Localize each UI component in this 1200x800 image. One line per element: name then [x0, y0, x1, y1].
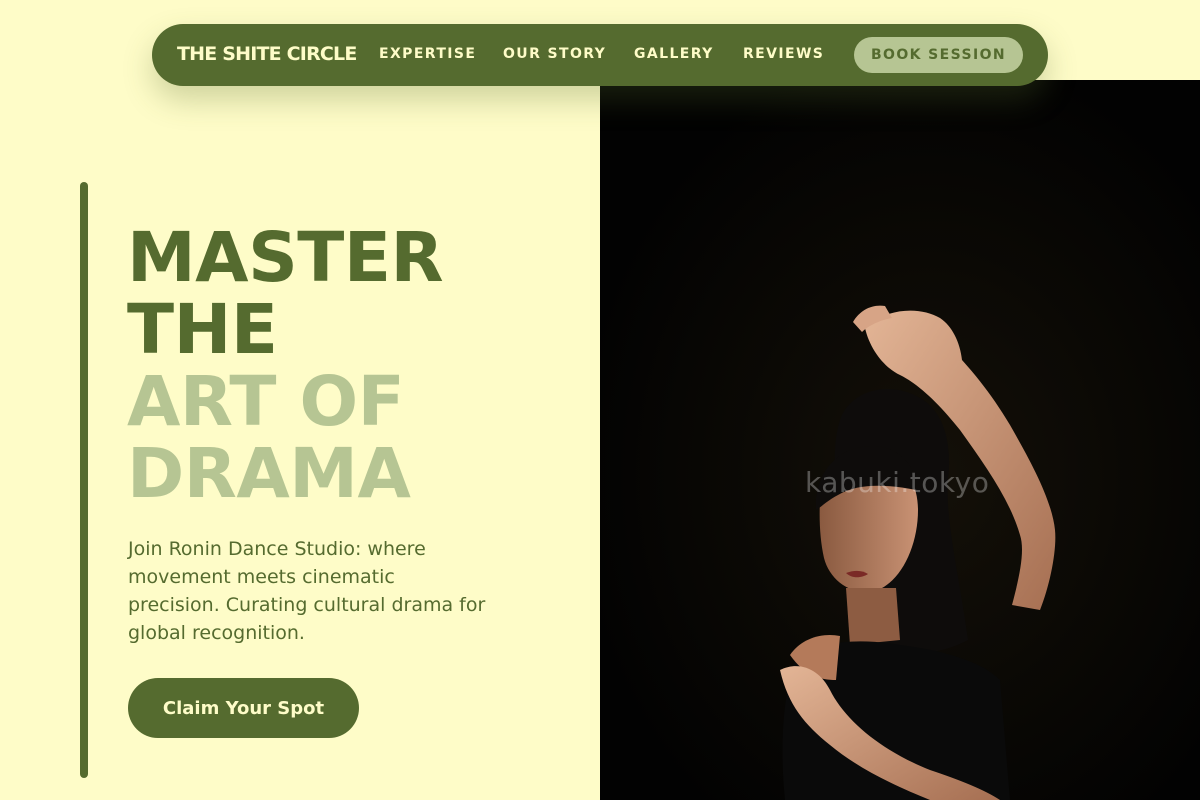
brand-logo[interactable]: THE SHITE CIRCLE — [177, 43, 357, 65]
page: THE SHITE CIRCLE EXPERTISE OUR STORY GAL… — [0, 0, 1200, 800]
headline-line-drama: DRAMA — [127, 434, 411, 514]
dancer-illustration — [600, 80, 1200, 800]
hero-subtext: Join Ronin Dance Studio: where movement … — [128, 538, 486, 644]
nav-link-gallery[interactable]: GALLERY — [634, 46, 714, 62]
book-session-button[interactable]: BOOK SESSION — [854, 37, 1023, 73]
nav-link-expertise[interactable]: EXPERTISE — [379, 46, 476, 62]
hero-headline: MASTER THE ART OF DRAMA — [127, 218, 444, 514]
claim-spot-button[interactable]: Claim Your Spot — [128, 678, 359, 738]
image-watermark: kabuki.tokyo — [805, 466, 990, 499]
nav-link-our-story[interactable]: OUR STORY — [503, 46, 606, 62]
headline-line-art-of: ART OF — [127, 362, 405, 442]
top-nav: THE SHITE CIRCLE EXPERTISE OUR STORY GAL… — [152, 24, 1048, 86]
hero-accent-bar — [80, 182, 88, 778]
headline-line-master: MASTER — [127, 218, 444, 298]
nav-link-reviews[interactable]: REVIEWS — [743, 46, 824, 62]
headline-line-the: THE — [127, 290, 278, 370]
hero-dancer-photo: kabuki.tokyo — [600, 80, 1200, 800]
